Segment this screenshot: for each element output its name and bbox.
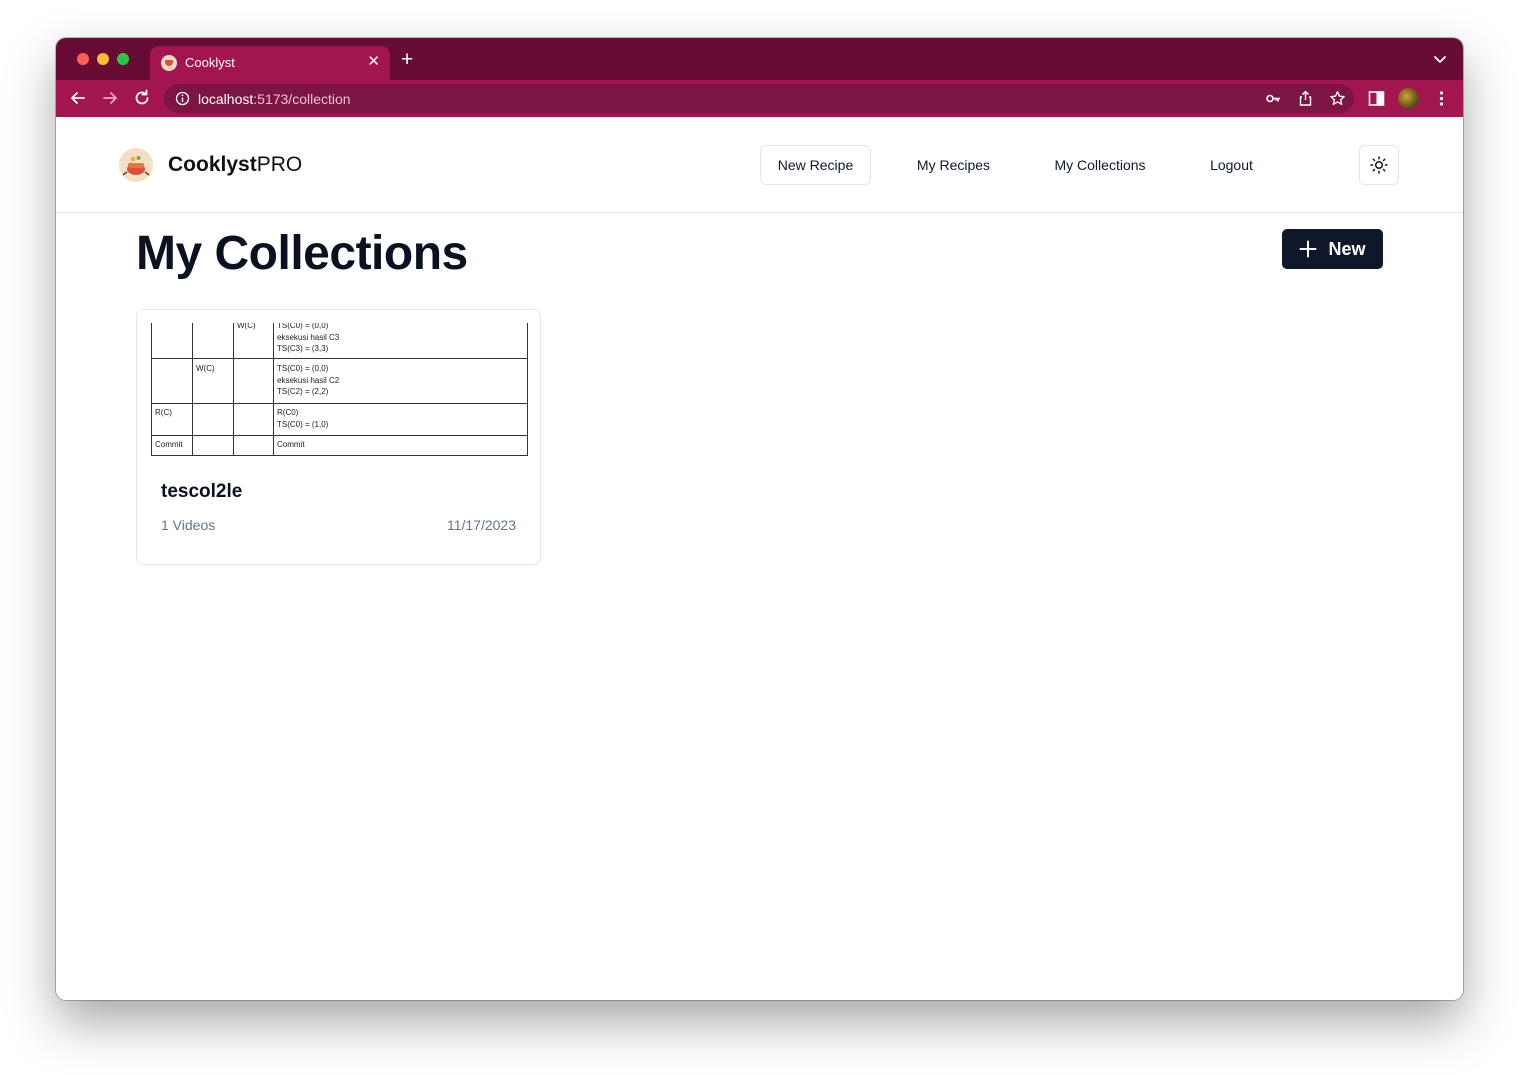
thumbnail-table-lines (151, 323, 528, 456)
sun-icon (1370, 156, 1388, 174)
brand-name-bold: Cooklyst (168, 153, 257, 176)
tab-search-chevron-icon[interactable] (1433, 52, 1447, 66)
site-info-icon[interactable] (175, 91, 190, 106)
back-icon[interactable] (68, 88, 88, 108)
collection-thumbnail: W(C) TS(C0) = (0,0) eksekusi hasil C3 TS… (151, 323, 528, 456)
my-recipes-link[interactable]: My Recipes (900, 145, 1007, 185)
page-title: My Collections (136, 227, 468, 280)
collection-video-count: 1 Videos (161, 517, 216, 533)
plus-icon (1299, 240, 1317, 258)
thumbnail-cell: W(C) (237, 323, 256, 330)
minimize-window-button[interactable] (97, 53, 109, 65)
thumbnail-cell: Commit (277, 440, 305, 449)
brand-name-pro: PRO (256, 153, 303, 176)
collection-name[interactable]: tescol2le (161, 481, 242, 503)
thumbnail-cell: Commit (155, 440, 183, 449)
address-bar[interactable]: localhost:5173/collection (164, 84, 1354, 113)
cooklyst-logo-icon[interactable] (119, 148, 153, 182)
thumbnail-cell: TS(C0) = (0,0) eksekusi hasil C3 TS(C3) … (277, 323, 340, 353)
side-panel-icon[interactable] (1367, 89, 1386, 108)
new-tab-button[interactable]: + (401, 49, 413, 70)
theme-toggle-button[interactable] (1359, 145, 1399, 185)
app-page: CooklystPRO New Recipe My Recipes My Col… (56, 117, 1463, 1000)
cooklyst-favicon-icon (161, 55, 177, 71)
new-collection-label: New (1328, 238, 1366, 259)
brand-name[interactable]: CooklystPRO (168, 153, 302, 177)
password-key-icon[interactable] (1265, 90, 1282, 107)
more-menu-icon[interactable] (1432, 89, 1451, 108)
url-text: localhost:5173/collection (198, 91, 351, 107)
browser-tab[interactable]: Cooklyst ✕ (150, 46, 390, 80)
app-header: CooklystPRO New Recipe My Recipes My Col… (56, 117, 1463, 213)
profile-avatar[interactable] (1398, 88, 1419, 109)
new-recipe-button[interactable]: New Recipe (760, 145, 871, 185)
logout-link[interactable]: Logout (1194, 145, 1269, 185)
my-collections-link[interactable]: My Collections (1038, 145, 1162, 185)
close-window-button[interactable] (77, 53, 89, 65)
collection-date: 11/17/2023 (446, 517, 516, 533)
browser-toolbar: localhost:5173/collection (56, 80, 1463, 117)
share-icon[interactable] (1297, 90, 1314, 107)
thumbnail-cell: TS(C0) = (0,0) eksekusi hasil C2 TS(C2) … (277, 364, 340, 396)
thumbnail-cell: R(C0) TS(C0) = (1,0) (277, 408, 329, 429)
tab-strip: Cooklyst ✕ + (56, 38, 1463, 80)
thumbnail-cell: R(C) (155, 408, 172, 417)
zoom-window-button[interactable] (117, 53, 129, 65)
browser-window: Cooklyst ✕ + localhost:5173/collection C… (56, 38, 1463, 1000)
new-collection-button[interactable]: New (1282, 229, 1383, 269)
bookmark-star-icon[interactable] (1329, 90, 1346, 107)
thumbnail-cell: W(C) (196, 364, 215, 373)
url-path: :5173/collection (253, 91, 351, 107)
reload-icon[interactable] (132, 88, 152, 108)
url-host: localhost (198, 91, 254, 107)
tab-close-icon[interactable]: ✕ (367, 53, 380, 71)
tab-title: Cooklyst (185, 55, 235, 70)
collection-card[interactable]: W(C) TS(C0) = (0,0) eksekusi hasil C3 TS… (136, 309, 541, 565)
forward-icon[interactable] (100, 88, 120, 108)
